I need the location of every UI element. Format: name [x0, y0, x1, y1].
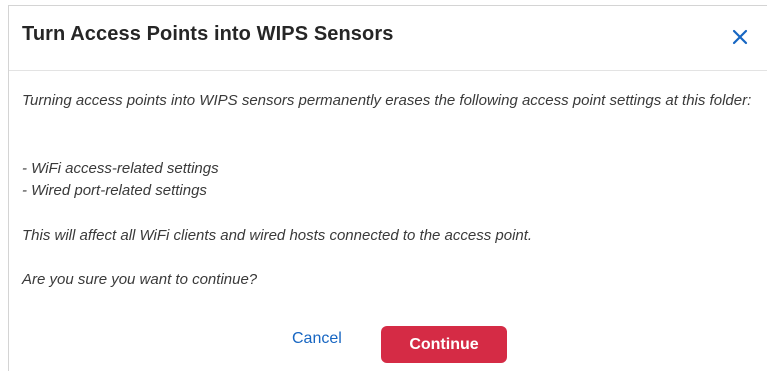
confirm-question: Are you sure you want to continue? [22, 271, 258, 288]
wips-sensor-dialog: Turn Access Points into WIPS Sensors Tur… [8, 5, 767, 371]
dialog-header: Turn Access Points into WIPS Sensors [9, 6, 767, 71]
erased-setting-item: - Wired port-related settings [22, 182, 207, 199]
erased-setting-item: - WiFi access-related settings [22, 160, 219, 177]
close-button[interactable] [728, 25, 752, 49]
dialog-title: Turn Access Points into WIPS Sensors [22, 23, 394, 45]
close-icon [732, 29, 748, 45]
continue-button[interactable]: Continue [381, 326, 507, 363]
cancel-button[interactable]: Cancel [292, 330, 342, 348]
impact-text: This will affect all WiFi clients and wi… [22, 227, 533, 244]
warning-intro-text: Turning access points into WIPS sensors … [22, 92, 752, 109]
